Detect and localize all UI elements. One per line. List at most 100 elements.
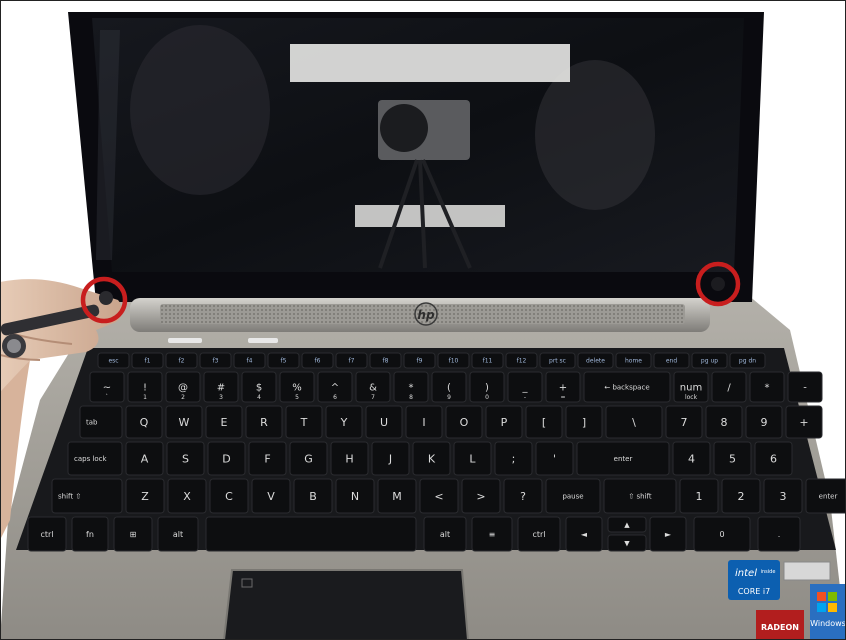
key-num-9-sublabel: 9 xyxy=(447,394,451,401)
status-light-2 xyxy=(248,338,278,343)
key-bottom-3-label: alt xyxy=(173,530,183,539)
key-z-14-label: 2 xyxy=(738,490,745,503)
key-fn-10-label: f10 xyxy=(449,358,459,365)
laptop-teardown-photo: hp esc f1 f2 f3 f4 f5 f6 f7 f8 f9 f10 f11 f12 prt sc d… xyxy=(0,0,846,640)
key-bottom-2-label: ⊞ xyxy=(130,530,137,539)
key-a-11-label: ' xyxy=(553,452,556,465)
key-arrow-up-label: ▲ xyxy=(624,521,630,529)
key-fn-5-label: f5 xyxy=(281,358,287,365)
key-fn-6-label: f6 xyxy=(315,358,321,365)
silver-sticker xyxy=(783,561,831,581)
key-a-1-label: A xyxy=(141,452,149,465)
key-bottom-5-label: alt xyxy=(440,530,450,539)
key-z-7-label: M xyxy=(392,490,402,503)
keyboard-keys: esc f1 f2 f3 f4 f5 f6 f7 f8 f9 f10 f11 f12 prt sc dele… xyxy=(27,352,846,552)
key-bottom-7-label: ctrl xyxy=(532,530,545,539)
key-num-10-label: ) xyxy=(485,383,489,394)
key-num-0-label: ~ xyxy=(103,383,111,394)
key-q-4-label: R xyxy=(260,416,268,429)
touchpad xyxy=(222,569,470,640)
key-num-14-label: num xyxy=(680,383,702,394)
key-fn-7-label: f7 xyxy=(349,358,355,365)
key-num-5-label: % xyxy=(292,383,302,394)
svg-text:RADEON: RADEON xyxy=(761,623,799,632)
key-num-2-sublabel: 2 xyxy=(181,394,185,401)
key-z-9-label: > xyxy=(476,490,485,503)
key-z-15-label: 3 xyxy=(780,490,787,503)
svg-text:CORE i7: CORE i7 xyxy=(738,587,770,596)
key-num-3-label: # xyxy=(217,383,225,394)
key-num-13-label: ← backspace xyxy=(604,383,649,391)
key-z-5-label: B xyxy=(309,490,317,503)
key-q-6-label: Y xyxy=(340,416,348,429)
key-num-1-sublabel: 1 xyxy=(143,394,147,401)
key-a-6-label: H xyxy=(345,452,353,465)
key-bottom-10-label: 0 xyxy=(719,530,724,539)
key-q-8-label: I xyxy=(422,416,425,429)
key-fn-3-label: f3 xyxy=(213,358,219,365)
key-a-4-label: F xyxy=(264,452,270,465)
key-fn-17-label: pg up xyxy=(701,358,718,365)
key-num-4-label: $ xyxy=(256,383,262,394)
key-fn-14-label: delete xyxy=(586,358,605,365)
key-q-3-label: E xyxy=(221,416,228,429)
key-a-9-label: L xyxy=(469,452,476,465)
key-z-4-label: V xyxy=(267,490,275,503)
svg-text:inside: inside xyxy=(761,569,776,575)
key-q-12-label: ] xyxy=(582,416,586,429)
key-q-9-label: O xyxy=(460,416,469,429)
key-num-1-label: ! xyxy=(143,383,147,394)
key-num-6-label: ^ xyxy=(331,383,339,394)
key-num-12-sublabel: = xyxy=(560,394,565,401)
key-fn-2-label: f2 xyxy=(179,358,185,365)
key-num-11-sublabel: - xyxy=(524,394,526,401)
key-a-2-label: S xyxy=(182,452,189,465)
key-z-6-label: N xyxy=(351,490,359,503)
hp-logo-text: hp xyxy=(417,308,435,322)
status-light-1 xyxy=(168,338,202,343)
key-q-13-label: \ xyxy=(632,416,636,429)
key-fn-1-label: f1 xyxy=(145,358,151,365)
key-q-7-label: U xyxy=(380,416,388,429)
key-z-3-label: C xyxy=(225,490,233,503)
key-q-2-label: W xyxy=(179,416,190,429)
key-arrow-down-label: ▼ xyxy=(624,539,630,547)
key-a-7-label: J xyxy=(388,452,392,465)
key-z-13-label: 1 xyxy=(696,490,703,503)
key-q-10-label: P xyxy=(501,416,508,429)
key-z-0-label: shift ⇧ xyxy=(58,492,81,500)
key-num-7-label: & xyxy=(369,383,377,394)
key-z-10-label: ? xyxy=(520,490,526,503)
key-a-5-label: G xyxy=(304,452,313,465)
key-num-0-sublabel: ` xyxy=(106,394,109,401)
key-fn-8-label: f8 xyxy=(383,358,389,365)
key-fn-12-label: f12 xyxy=(517,358,527,365)
key-q-1-label: Q xyxy=(140,416,149,429)
key-z-12-label: ⇧ shift xyxy=(628,492,651,500)
key-num-16-label: * xyxy=(765,383,770,394)
key-bottom-4 xyxy=(205,516,417,552)
amd-sticker: RADEON xyxy=(756,610,804,640)
key-q-11-label: [ xyxy=(542,416,546,429)
key-bottom-11-label: . xyxy=(778,530,781,539)
key-q-15-label: 8 xyxy=(721,416,728,429)
key-num-9-label: ( xyxy=(447,383,451,394)
key-num-11-label: _ xyxy=(522,383,529,394)
key-num-12-label: + xyxy=(559,383,567,394)
key-num-6-sublabel: 6 xyxy=(333,394,337,401)
intel-sticker: intel inside CORE i7 xyxy=(728,560,780,600)
key-num-8-sublabel: 8 xyxy=(409,394,413,401)
key-a-10-label: ; xyxy=(512,452,516,465)
key-bottom-9-label: ► xyxy=(665,530,672,539)
key-fn-4-label: f4 xyxy=(247,358,253,365)
key-z-1-label: Z xyxy=(141,490,149,503)
windows-sticker: Windows xyxy=(810,584,846,640)
key-z-11-label: pause xyxy=(562,492,583,500)
key-z-2-label: X xyxy=(183,490,191,503)
right-hinge-screw xyxy=(711,277,725,291)
key-z-16-label: enter xyxy=(819,492,838,500)
key-num-3-sublabel: 3 xyxy=(219,394,223,401)
key-q-16-label: 9 xyxy=(761,416,768,429)
key-num-4-sublabel: 4 xyxy=(257,394,261,401)
key-num-8-label: * xyxy=(409,383,414,394)
